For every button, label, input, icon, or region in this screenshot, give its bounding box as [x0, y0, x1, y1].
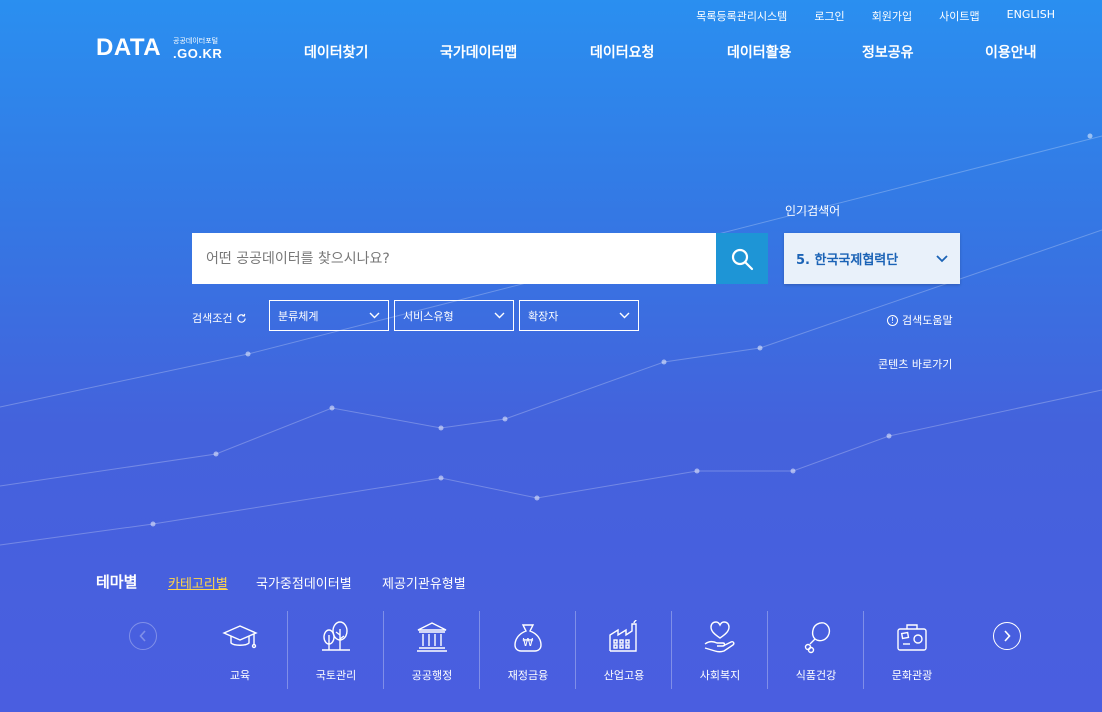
util-link-login[interactable]: 로그인	[814, 8, 844, 24]
util-link-english[interactable]: ENGLISH	[1007, 8, 1055, 24]
suitcase-icon	[897, 624, 927, 651]
government-building-icon	[417, 622, 447, 652]
nav-find-data[interactable]: 데이터찾기	[304, 42, 368, 62]
chevron-down-icon	[369, 312, 380, 319]
category-label: 산업고용	[603, 669, 645, 682]
select-classification-value: 분류체계	[278, 309, 319, 323]
select-classification[interactable]: 분류체계	[269, 300, 389, 331]
util-link-sitemap[interactable]: 사이트맵	[939, 8, 979, 24]
refresh-icon[interactable]	[236, 313, 247, 324]
search-conditions: 검색조건	[192, 310, 247, 326]
category-finance[interactable]: ₩ 재정금융	[480, 611, 576, 689]
chevron-right-icon	[1004, 630, 1011, 642]
search-help-label: 검색도움말	[902, 314, 953, 327]
tab-category[interactable]: 카테고리별	[168, 573, 228, 592]
carousel-prev-button[interactable]	[129, 622, 157, 650]
search-box	[192, 233, 716, 284]
chevron-down-icon	[936, 254, 948, 263]
search-button[interactable]	[716, 233, 768, 284]
category-label: 교육	[229, 669, 251, 682]
content-shortcut-link[interactable]: 콘텐츠 바로가기	[878, 356, 952, 372]
select-extension[interactable]: 확장자	[519, 300, 639, 331]
nav-data-request[interactable]: 데이터요청	[590, 42, 654, 62]
nav-guide[interactable]: 이용안내	[985, 42, 1037, 62]
category-public-administration[interactable]: 공공행정	[384, 611, 480, 689]
category-label: 식품건강	[795, 669, 837, 682]
category-label: 문화관광	[891, 669, 933, 682]
category-education[interactable]: 교육	[192, 611, 288, 689]
search-input[interactable]	[204, 249, 688, 268]
category-culture-tourism[interactable]: 문화관광	[864, 611, 960, 689]
util-link-registry[interactable]: 목록등록관리시스템	[696, 8, 787, 24]
tab-national-key-data[interactable]: 국가중점데이터별	[256, 573, 352, 592]
category-social-welfare[interactable]: 사회복지	[672, 611, 768, 689]
select-service-type[interactable]: 서비스유형	[394, 300, 514, 331]
popular-search-current: 5. 한국국제협력단	[796, 253, 899, 268]
category-label: 재정금융	[507, 669, 549, 682]
search-icon	[731, 248, 754, 270]
factory-icon	[609, 619, 637, 652]
chevron-left-icon	[139, 630, 146, 642]
category-label: 국토관리	[315, 669, 357, 682]
select-extension-value: 확장자	[528, 309, 559, 323]
category-food-health[interactable]: 식품건강	[768, 611, 864, 689]
nav-info-share[interactable]: 정보공유	[862, 42, 914, 62]
select-service-type-value: 서비스유형	[403, 309, 454, 323]
popular-search-dropdown[interactable]: 5. 한국국제협력단	[784, 233, 960, 284]
nav-data-usage[interactable]: 데이터활용	[727, 42, 791, 62]
popular-search-label: 인기검색어	[785, 204, 841, 218]
theme-section-title: 테마별	[96, 573, 138, 591]
search-help-link[interactable]: ! 검색도움말	[887, 312, 953, 328]
util-link-signup[interactable]: 회원가입	[872, 8, 912, 24]
heart-hand-icon	[704, 621, 735, 653]
money-bag-icon: ₩	[514, 624, 542, 652]
chicken-leg-icon	[804, 622, 831, 654]
chevron-down-icon	[619, 312, 630, 319]
main-navigation: 데이터찾기 국가데이터맵 데이터요청 데이터활용 정보공유 이용안내	[0, 42, 1102, 62]
svg-text:₩: ₩	[523, 636, 534, 649]
trees-icon	[322, 621, 350, 651]
chevron-down-icon	[494, 312, 505, 319]
category-industry-employment[interactable]: 산업고용	[576, 611, 672, 689]
graduation-cap-icon	[222, 625, 258, 649]
carousel-next-button[interactable]	[993, 622, 1021, 650]
nav-national-data-map[interactable]: 국가데이터맵	[440, 42, 517, 62]
category-land-management[interactable]: 국토관리	[288, 611, 384, 689]
search-conditions-label: 검색조건	[192, 312, 233, 325]
category-label: 공공행정	[411, 669, 453, 682]
category-label: 사회복지	[699, 669, 741, 682]
info-icon: !	[887, 314, 898, 326]
tab-provider-type[interactable]: 제공기관유형별	[382, 573, 466, 592]
utility-menu: 목록등록관리시스템 로그인 회원가입 사이트맵 ENGLISH	[696, 8, 1055, 24]
